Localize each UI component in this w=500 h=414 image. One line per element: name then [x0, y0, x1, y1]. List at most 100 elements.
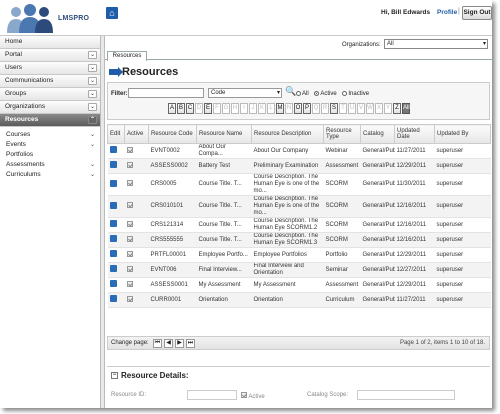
- table-row[interactable]: ASSESS0002 Battery Test Preliminary Examin…: [107, 158, 491, 174]
- last-page-icon[interactable]: ⏭: [186, 339, 195, 348]
- pager-label: Change page:: [111, 340, 149, 346]
- table-row[interactable]: CURR0001 Orientation Orientation Curriculum…: [107, 292, 491, 308]
- first-page-icon[interactable]: ⏮: [153, 339, 162, 348]
- active-checkbox[interactable]: [241, 392, 247, 398]
- table-row[interactable]: CRS0005 Course Title. T... Course Descript…: [107, 173, 491, 196]
- radio-inactive[interactable]: [342, 91, 348, 96]
- column-header[interactable]: Edit: [107, 124, 125, 144]
- sidebar-item-organizations[interactable]: Organizations ⌄: [0, 101, 100, 114]
- updated-by-cell: superuser: [434, 158, 491, 174]
- updated-date-cell: 12/16/2011: [394, 195, 435, 218]
- edit-icon[interactable]: [109, 161, 117, 168]
- chevron-down-icon[interactable]: ⌄: [88, 90, 97, 98]
- letter-filter-button[interactable]: Z: [393, 103, 401, 114]
- next-page-icon[interactable]: ▶: [175, 339, 184, 348]
- column-header[interactable]: Active: [124, 124, 149, 144]
- letter-filter-button[interactable]: M: [276, 103, 284, 114]
- edit-icon[interactable]: [109, 280, 117, 287]
- letter-filter-button[interactable]: C: [186, 103, 194, 114]
- tab-resources[interactable]: Resources: [107, 51, 147, 61]
- edit-icon[interactable]: [109, 295, 117, 302]
- chevron-down-icon[interactable]: ⌄: [90, 170, 95, 180]
- sidebar-subitem-assessments[interactable]: Assessments ⌄: [0, 160, 100, 170]
- sidebar-subitem-portfolios[interactable]: Portfolios: [0, 150, 100, 160]
- home-icon[interactable]: ⌂: [106, 7, 118, 19]
- edit-icon[interactable]: [109, 235, 117, 242]
- table-row[interactable]: EVNT006 Final Interview... Final Interview…: [107, 262, 491, 278]
- sidebar-item-portal[interactable]: Portal ⌄: [0, 49, 100, 62]
- updated-date-cell: 12/16/2011: [394, 232, 435, 248]
- active-checkbox: [126, 202, 133, 208]
- resource-code-cell: CRS555555: [148, 232, 197, 248]
- radio-active[interactable]: [314, 91, 320, 96]
- updated-by-cell: superuser: [434, 247, 491, 263]
- sidebar-item-users[interactable]: Users ⌄: [0, 62, 100, 75]
- collapse-icon[interactable]: −: [111, 372, 118, 380]
- table-row[interactable]: CRS555555 Course Title. T... Course Descri…: [107, 232, 491, 248]
- letter-filter-button[interactable]: P: [303, 103, 311, 114]
- sidebar-subitem-label: Assessments: [6, 161, 45, 168]
- sidebar-item-home[interactable]: Home: [0, 36, 100, 49]
- column-header[interactable]: Resource Description: [251, 124, 324, 144]
- resource-name-cell: Final Interview...: [196, 262, 252, 278]
- sign-out-button[interactable]: Sign Out: [462, 6, 492, 20]
- organizations-select[interactable]: All ▾: [384, 39, 488, 49]
- sidebar-subitem-events[interactable]: Events ⌄: [0, 140, 100, 150]
- letter-filter-button: H: [231, 103, 239, 114]
- column-header[interactable]: Resource Name: [196, 124, 252, 144]
- column-header[interactable]: Resource Type: [323, 124, 361, 144]
- edit-icon[interactable]: [109, 220, 117, 227]
- column-header[interactable]: Updated Date: [394, 124, 435, 144]
- chevron-up-icon[interactable]: ⌃: [88, 116, 97, 124]
- catalog-scope-input[interactable]: [357, 390, 455, 400]
- letter-filter-button[interactable]: B: [177, 103, 185, 114]
- status-radio-group: All Active Inactive: [296, 91, 369, 97]
- sidebar-subitem-courses[interactable]: Courses ⌄: [0, 130, 100, 140]
- letter-filter-button: U: [348, 103, 356, 114]
- resource-type-cell: Seminar: [323, 262, 361, 278]
- edit-cell: [107, 247, 125, 263]
- letter-filter-button[interactable]: S: [330, 103, 338, 114]
- radio-all[interactable]: [296, 91, 301, 96]
- sidebar-item-resources[interactable]: Resources ⌃: [0, 114, 100, 127]
- edit-cell: [107, 143, 125, 159]
- chevron-down-icon[interactable]: ⌄: [88, 103, 97, 111]
- edit-cell: [107, 217, 125, 233]
- resource-id-input[interactable]: [187, 390, 237, 400]
- edit-icon[interactable]: [109, 179, 117, 187]
- sidebar-subitem-curriculums[interactable]: Curriculums ⌄: [0, 170, 100, 180]
- letter-filter-button[interactable]: A: [168, 103, 176, 114]
- sidebar-item-label: Organizations: [5, 103, 46, 110]
- letter-filter-button[interactable]: E: [204, 103, 212, 114]
- chevron-down-icon[interactable]: ⌄: [90, 160, 95, 170]
- chevron-down-icon[interactable]: ⌄: [88, 64, 97, 72]
- letter-filter-all-button[interactable]: All: [402, 103, 410, 114]
- filter-input[interactable]: [128, 88, 204, 98]
- edit-icon[interactable]: [109, 265, 117, 272]
- prev-page-icon[interactable]: ◀: [164, 339, 173, 348]
- chevron-down-icon[interactable]: ⌄: [90, 140, 95, 150]
- letter-filter-button[interactable]: O: [294, 103, 302, 114]
- organizations-selected-value: All: [387, 41, 394, 47]
- table-row[interactable]: ASSESS0001 My Assessment My Assessment Asse…: [107, 277, 491, 293]
- column-header[interactable]: Catalog: [360, 124, 395, 144]
- edit-icon[interactable]: [109, 146, 117, 153]
- chevron-down-icon[interactable]: ⌄: [88, 51, 97, 59]
- column-header[interactable]: Updated By: [434, 124, 491, 144]
- chevron-down-icon[interactable]: ⌄: [88, 77, 97, 85]
- search-icon[interactable]: 🔍: [285, 86, 296, 97]
- table-row[interactable]: CRS010101 Course Title. T... Course Descri…: [107, 195, 491, 218]
- table-row[interactable]: CRS121314 Course Title. T... Course Descri…: [107, 217, 491, 233]
- column-header[interactable]: Resource Code: [148, 124, 197, 144]
- resources-table: Edit Active Resource Code Resource Name …: [107, 124, 491, 308]
- sidebar-item-communications[interactable]: Communications ⌄: [0, 75, 100, 88]
- filter-field-select[interactable]: Code ▾: [208, 88, 282, 98]
- table-row[interactable]: EVNT0002 About Our Compa... About Our Comp…: [107, 143, 491, 159]
- chevron-down-icon[interactable]: ⌄: [90, 130, 95, 140]
- edit-icon[interactable]: [109, 201, 117, 209]
- profile-link[interactable]: Profile: [437, 9, 457, 16]
- edit-icon[interactable]: [109, 250, 117, 257]
- table-row[interactable]: PRTFL00001 Employee Portfo... Employee Por…: [107, 247, 491, 263]
- catalog-cell: General/Pub: [360, 262, 395, 278]
- sidebar-item-groups[interactable]: Groups ⌄: [0, 88, 100, 101]
